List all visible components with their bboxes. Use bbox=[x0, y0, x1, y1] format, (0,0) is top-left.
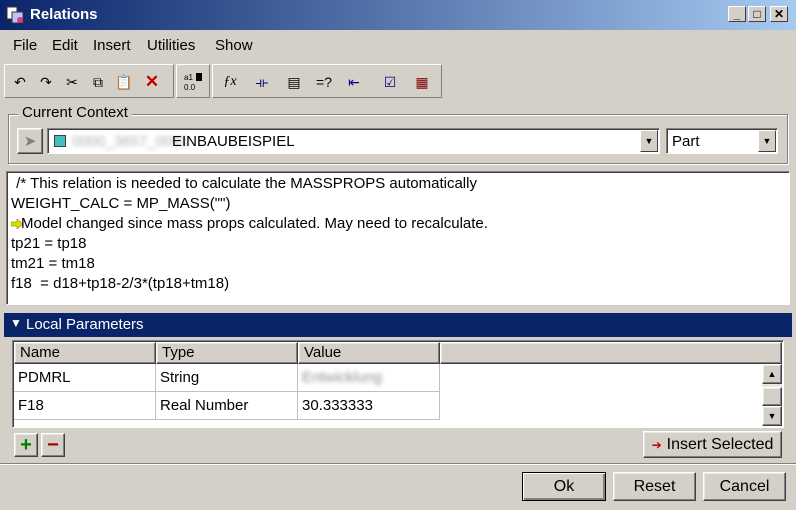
relations-app-icon bbox=[6, 6, 24, 24]
scroll-thumb[interactable] bbox=[762, 387, 782, 406]
param-name-cell[interactable]: PDMRL bbox=[14, 364, 156, 392]
param-value-cell[interactable]: Entwicklung bbox=[298, 364, 440, 392]
relations-editor[interactable]: /* This relation is needed to calculate … bbox=[6, 171, 790, 305]
param-type-cell[interactable]: String bbox=[156, 364, 298, 392]
scroll-up-icon[interactable]: ▲ bbox=[762, 364, 782, 384]
sort-icon[interactable]: a1 0.0 bbox=[182, 71, 204, 93]
minimize-button[interactable]: _ bbox=[728, 6, 746, 22]
evaluate-icon[interactable]: =? bbox=[313, 71, 335, 93]
close-button[interactable]: ✕ bbox=[770, 6, 788, 22]
notes-icon[interactable]: ▦ bbox=[411, 71, 433, 93]
toolbar-group-edit: ↶ ↷ ✂ ⧉ 📋 ✕ bbox=[4, 64, 174, 98]
toolbar-group-tools: ƒx ⟛ ▤ =? ⇤ ☑ ▦ bbox=[212, 64, 442, 98]
context-type-select[interactable]: Part ▼ bbox=[666, 128, 778, 154]
ok-button[interactable]: Ok bbox=[522, 472, 606, 501]
cut-icon[interactable]: ✂ bbox=[61, 71, 83, 93]
footer-divider bbox=[0, 463, 796, 465]
param-value-cell[interactable]: 30.333333 bbox=[298, 392, 440, 420]
verify-icon[interactable]: ☑ bbox=[379, 71, 401, 93]
param-name-cell[interactable]: F18 bbox=[14, 392, 156, 420]
table-scrollbar[interactable]: ▲ ▼ bbox=[762, 364, 782, 426]
scroll-down-icon[interactable]: ▼ bbox=[762, 406, 782, 426]
window-title: Relations bbox=[30, 6, 98, 23]
context-type-value: Part bbox=[672, 133, 700, 150]
paste-icon[interactable]: 📋 bbox=[113, 71, 135, 93]
chevron-down-icon[interactable]: ▼ bbox=[758, 130, 776, 152]
maximize-button[interactable]: □ bbox=[748, 6, 766, 22]
parameters-icon[interactable]: ▤ bbox=[283, 71, 305, 93]
pointer-icon: ➤ bbox=[23, 133, 37, 150]
delete-icon[interactable]: ✕ bbox=[141, 71, 163, 93]
menu-utilities[interactable]: Utilities bbox=[147, 37, 195, 54]
reset-button[interactable]: Reset bbox=[613, 472, 696, 501]
plus-icon: + bbox=[20, 433, 32, 456]
svg-text:a1: a1 bbox=[184, 73, 193, 82]
column-header-type[interactable]: Type bbox=[156, 342, 298, 364]
relation-line: /* This relation is needed to calculate … bbox=[12, 175, 477, 192]
svg-text:0.0: 0.0 bbox=[184, 83, 196, 92]
redo-icon[interactable]: ↷ bbox=[35, 71, 57, 93]
menu-bar: File Edit Insert Utilities Show bbox=[0, 32, 796, 60]
collapse-triangle-icon: ▼ bbox=[10, 316, 22, 330]
column-header-value[interactable]: Value bbox=[298, 342, 440, 364]
toolbar-group-sort: a1 0.0 bbox=[176, 64, 210, 98]
function-icon[interactable]: ƒx bbox=[219, 71, 241, 93]
remove-parameter-button[interactable]: − bbox=[41, 433, 65, 457]
param-value-blurred: Entwicklung bbox=[302, 369, 383, 386]
menu-show[interactable]: Show bbox=[215, 37, 253, 54]
param-type-cell[interactable]: Real Number bbox=[156, 392, 298, 420]
relation-line: tp21 = tp18 bbox=[11, 235, 87, 252]
relation-line: WEIGHT_CALC = MP_MASS("") bbox=[11, 195, 231, 212]
minus-icon: − bbox=[47, 433, 59, 456]
local-parameters-title: Local Parameters bbox=[26, 316, 144, 333]
cancel-button[interactable]: Cancel bbox=[703, 472, 786, 501]
local-parameters-header[interactable]: ▼ Local Parameters bbox=[4, 313, 792, 337]
title-bar: Relations _ □ ✕ bbox=[0, 0, 796, 30]
chevron-down-icon[interactable]: ▼ bbox=[640, 130, 658, 152]
insert-arrow-icon: ➔ bbox=[651, 437, 662, 452]
relation-line: Model changed since mass props calculate… bbox=[21, 215, 488, 232]
model-name: EINBAUBEISPIEL bbox=[172, 133, 295, 150]
relation-line: f18 = d18+tp18-2/3*(tp18+tm18) bbox=[11, 275, 230, 292]
undo-icon[interactable]: ↶ bbox=[9, 71, 31, 93]
copy-icon[interactable]: ⧉ bbox=[87, 71, 109, 93]
relation-line: tm21 = tm18 bbox=[11, 255, 95, 272]
part-icon bbox=[54, 135, 66, 147]
model-select[interactable]: 0000_3657_0001 EINBAUBEISPIEL ▼ bbox=[47, 128, 660, 154]
add-parameter-button[interactable]: + bbox=[14, 433, 38, 457]
column-header-empty bbox=[440, 342, 782, 364]
insert-selected-button[interactable]: ➔ Insert Selected bbox=[643, 431, 782, 458]
insert-selected-label: Insert Selected bbox=[666, 435, 774, 453]
menu-file[interactable]: File bbox=[13, 37, 37, 54]
menu-insert[interactable]: Insert bbox=[93, 37, 131, 54]
select-model-button[interactable]: ➤ bbox=[17, 128, 43, 154]
menu-edit[interactable]: Edit bbox=[52, 37, 78, 54]
column-header-name[interactable]: Name bbox=[14, 342, 156, 364]
pick-dimension-icon[interactable]: ⇤ bbox=[343, 71, 365, 93]
current-context-label: Current Context bbox=[18, 104, 132, 121]
units-icon[interactable]: ⟛ bbox=[251, 71, 273, 93]
